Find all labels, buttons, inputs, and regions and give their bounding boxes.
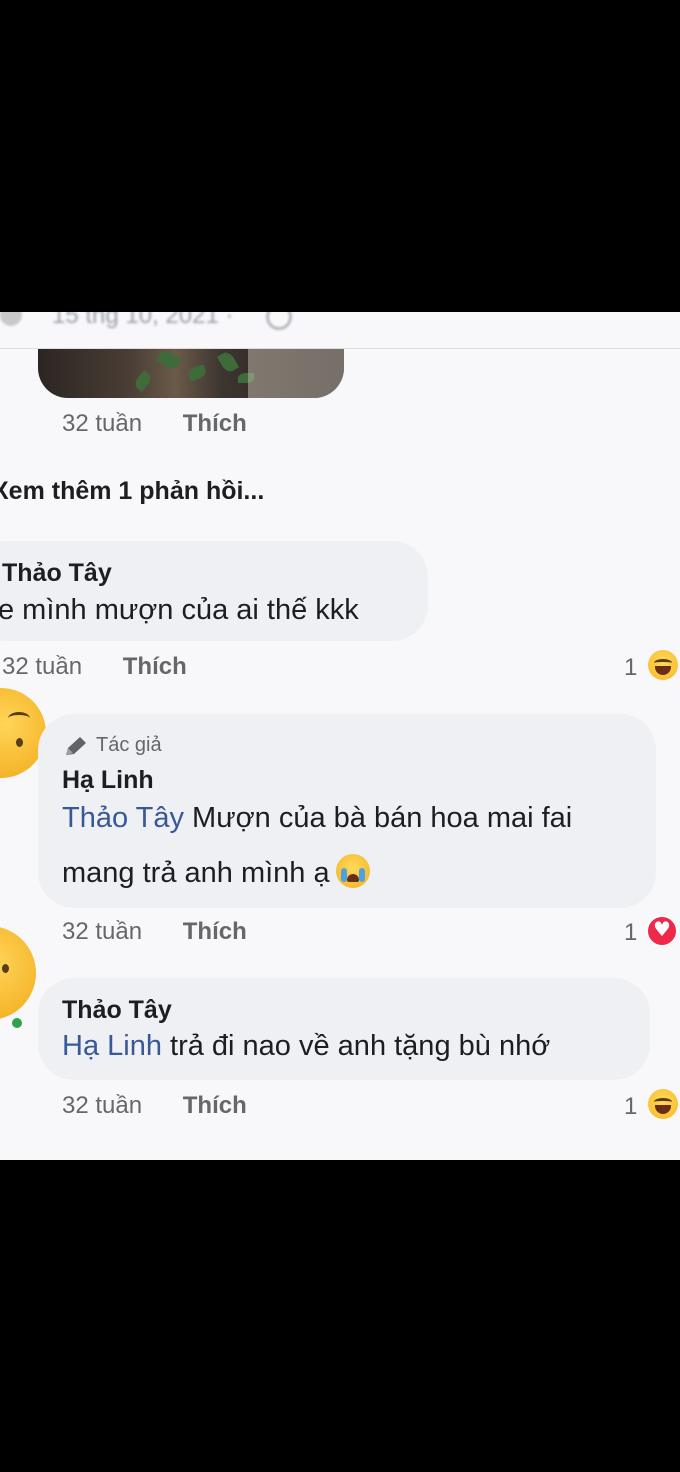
blurred-avatar [0, 312, 22, 326]
like-button[interactable]: Thích [183, 410, 247, 438]
love-emoji-icon [646, 915, 678, 947]
author-badge: Tác giả [64, 734, 162, 757]
mention-link[interactable]: Hạ Linh [62, 1030, 162, 1062]
commenter-name[interactable]: Thảo Tây [2, 559, 112, 588]
reply-bubble[interactable]: Tác giả Hạ Linh Thảo Tây Mượn của bà bán… [38, 714, 656, 908]
comment-meta: 32 tuần Thích [62, 1092, 247, 1120]
reaction-count: 1 [624, 919, 638, 946]
comment-time[interactable]: 32 tuần [62, 918, 142, 946]
reaction-count: 1 [624, 1093, 638, 1120]
comment-photo[interactable] [38, 349, 344, 398]
comment-time[interactable]: 32 tuần [62, 410, 142, 438]
comment-time[interactable]: 32 tuần [62, 1092, 142, 1120]
author-badge-label: Tác giả [96, 734, 162, 756]
comments-panel: 15 thg 10, 2021 · 32 tuần Thích Xem thêm… [0, 312, 680, 1160]
reaction-count: 1 [624, 654, 638, 681]
like-button[interactable]: Thích [183, 1092, 247, 1120]
commenter-name[interactable]: Thảo Tây [62, 996, 172, 1025]
reply-text-line1: Thảo Tây Mượn của bà bán hoa mai fai [62, 802, 573, 834]
avatar[interactable] [0, 926, 36, 1020]
mention-link[interactable]: Thảo Tây [62, 802, 184, 834]
crying-emoji-icon [335, 854, 370, 888]
reply-bubble[interactable]: Thảo Tây Hạ Linh trả đi nao về anh tặng … [38, 978, 650, 1080]
laugh-emoji-icon [648, 650, 678, 680]
comment-bubble[interactable]: Thảo Tây e mình mượn của ai thế kkk [0, 541, 428, 641]
reply-text-line2: mang trả anh mình ạ [62, 854, 370, 890]
previous-comment-header: 15 thg 10, 2021 · [0, 312, 680, 348]
globe-icon [266, 312, 292, 330]
commenter-name[interactable]: Hạ Linh [62, 766, 154, 795]
comment-meta: 32 tuần Thích [62, 918, 247, 946]
comment-meta: 32 tuần Thích [2, 653, 187, 681]
comment-time[interactable]: 32 tuần [2, 653, 82, 681]
online-status-dot [10, 1016, 24, 1030]
blurred-timestamp: 15 thg 10, 2021 · [52, 312, 234, 329]
comment-text: e mình mượn của ai thế kkk [0, 594, 359, 626]
laugh-emoji-icon [648, 1089, 678, 1119]
view-more-replies[interactable]: Xem thêm 1 phản hồi... [0, 477, 264, 506]
reply-text: Hạ Linh trả đi nao về anh tặng bù nhớ [62, 1030, 551, 1062]
like-button[interactable]: Thích [123, 653, 187, 681]
comment-meta: 32 tuần Thích [62, 410, 247, 438]
like-button[interactable]: Thích [183, 918, 247, 946]
pencil-icon [66, 736, 86, 755]
